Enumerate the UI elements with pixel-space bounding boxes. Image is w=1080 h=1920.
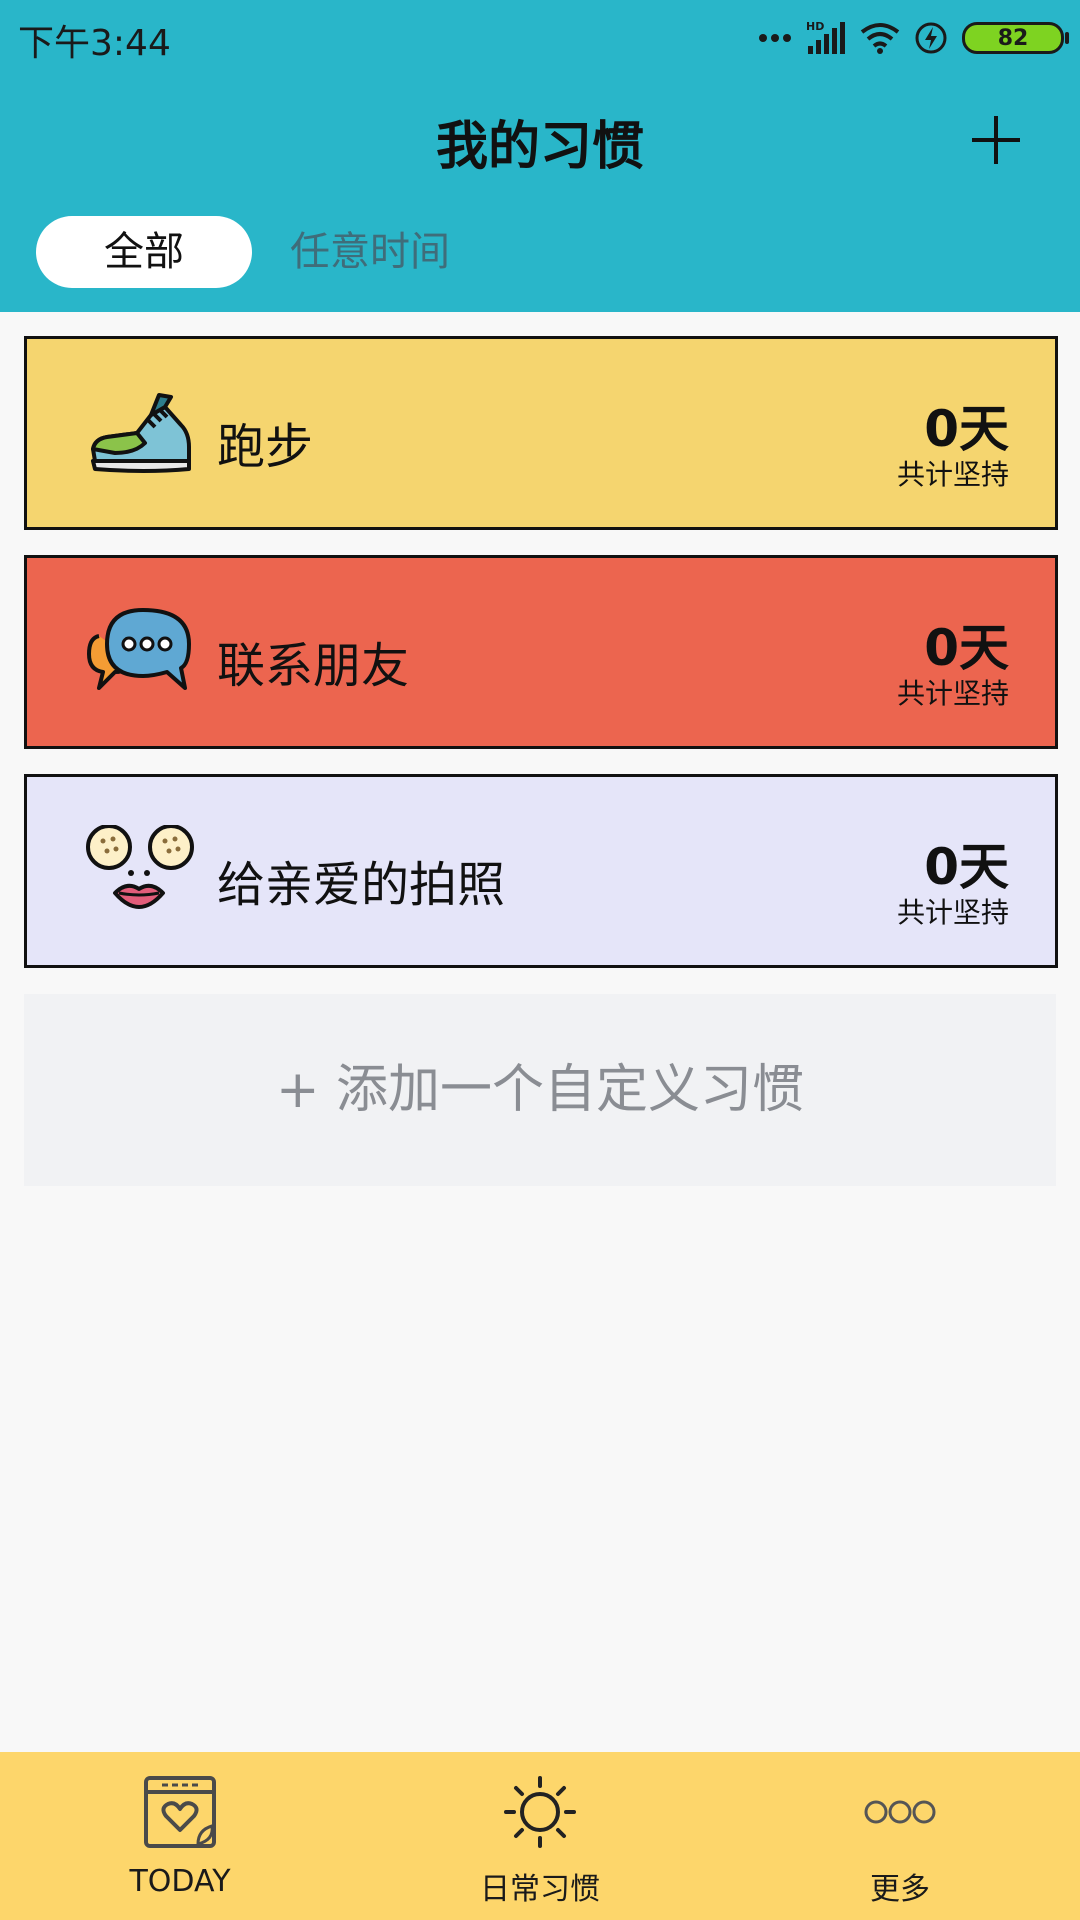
status-time: 下午3:44 [18,23,171,64]
more-dots-icon [864,1800,936,1824]
charging-icon [915,22,947,54]
running-shoe-icon [91,393,191,473]
nav-daily-habits[interactable]: 日常习惯 [430,1752,650,1920]
habit-card-contact-friends[interactable]: 联系朋友 0天 共计坚持 [24,555,1058,749]
page-title: 我的习惯 [435,117,644,177]
nav-daily-habits-label: 日常习惯 [480,1872,600,1907]
habit-days: 0天 [924,400,1009,458]
habit-days: 0天 [924,838,1009,896]
habit-name: 给亲爱的拍照 [217,857,506,913]
face-icon [86,825,194,909]
svg-text:HD: HD [806,20,824,33]
tab-all[interactable]: 全部 [36,216,252,288]
habit-days-label: 共计坚持 [896,458,1009,491]
nav-today[interactable]: TODAY [70,1752,290,1920]
chat-bubbles-icon [87,608,191,690]
add-custom-habit-button[interactable]: + 添加一个自定义习惯 [24,994,1056,1186]
app-header: 下午3:44 HD 82 我的习惯 全部 任意时间 [0,0,1080,312]
status-bar: 下午3:44 HD 82 [0,0,1080,74]
nav-today-label: TODAY [129,1864,231,1899]
habit-card-running[interactable]: 跑步 0天 共计坚持 [24,336,1058,530]
bottom-navigation: TODAY 日常习惯 更多 [0,1752,1080,1920]
habit-days-label: 共计坚持 [896,896,1009,929]
habit-days: 0天 [924,619,1009,677]
habit-card-photo[interactable]: 给亲爱的拍照 0天 共计坚持 [24,774,1058,968]
habit-name: 跑步 [217,419,314,475]
tab-anytime[interactable]: 任意时间 [290,216,450,288]
wifi-icon [860,23,900,54]
habit-days-label: 共计坚持 [896,677,1009,710]
nav-more[interactable]: 更多 [790,1752,1010,1920]
nav-more-label: 更多 [870,1872,930,1907]
habit-name: 联系朋友 [217,638,410,694]
add-habit-button[interactable] [966,110,1026,170]
battery-indicator: 82 [962,22,1069,54]
calendar-heart-icon [144,1776,216,1848]
more-dots-status-icon [759,34,791,42]
signal-icon: HD [806,20,845,54]
status-icons: HD 82 [758,18,1069,58]
sun-icon [504,1776,576,1848]
